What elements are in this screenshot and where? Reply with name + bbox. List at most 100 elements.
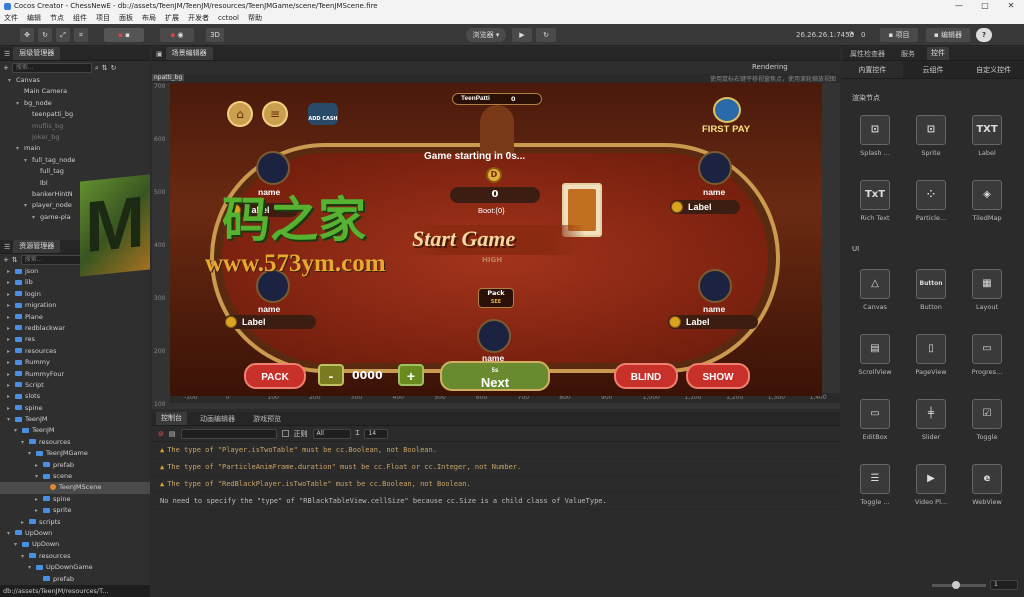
widget-icon[interactable]: ⊡: [916, 115, 946, 145]
widget-icon[interactable]: ◈: [972, 180, 1002, 210]
menu-item[interactable]: 节点: [50, 13, 64, 23]
zoom-slider[interactable]: [932, 581, 986, 589]
folder-icon[interactable]: [15, 348, 22, 354]
hierarchy-node[interactable]: ▾ full_tag_node: [0, 155, 150, 166]
asset-label[interactable]: prefab: [53, 575, 74, 583]
asset-label[interactable]: UpDownGame: [46, 563, 93, 571]
widget-icon[interactable]: ▶: [916, 464, 946, 494]
widget-label[interactable]: PageView: [904, 368, 958, 376]
widget-toggle[interactable]: ☑ Toggle: [960, 399, 1014, 441]
assets-tab[interactable]: 资源管理器: [13, 240, 61, 253]
folder-icon[interactable]: [29, 553, 36, 559]
menu-item[interactable]: 帮助: [248, 13, 262, 23]
hierarchy-node-label[interactable]: full_tag_node: [32, 156, 75, 164]
folder-icon[interactable]: [29, 519, 36, 525]
widget-label[interactable]: Rich Text: [848, 214, 902, 222]
menu-item[interactable]: 项目: [96, 13, 110, 23]
folder-icon[interactable]: [15, 325, 22, 331]
asset-label[interactable]: UpDown: [25, 529, 52, 537]
widget-label[interactable]: Toggle ...: [848, 498, 902, 506]
menu-item[interactable]: 编辑: [27, 13, 41, 23]
folder-icon[interactable]: [22, 427, 29, 433]
console-tab[interactable]: 控制台: [156, 412, 187, 425]
asset-item[interactable]: ▸ spine: [0, 403, 150, 414]
folder-icon[interactable]: [22, 541, 29, 547]
widget-rich-text[interactable]: TxT Rich Text: [848, 180, 902, 222]
asset-item[interactable]: ▾ TeenJMGame: [0, 448, 150, 459]
asset-label[interactable]: json: [25, 267, 38, 275]
hierarchy-node-label[interactable]: muflis_bg: [32, 122, 63, 130]
menu-item[interactable]: 开发者: [188, 13, 209, 23]
asset-label[interactable]: resources: [39, 438, 71, 446]
expand-arrow-icon[interactable]: ▸: [7, 266, 15, 277]
expand-arrow-icon[interactable]: ▾: [28, 448, 36, 459]
add-node-icon[interactable]: +: [3, 64, 9, 72]
widget-icon[interactable]: Button: [916, 269, 946, 299]
expand-arrow-icon[interactable]: ▸: [7, 357, 15, 368]
asset-label[interactable]: TeenJMGame: [46, 449, 88, 457]
show-button[interactable]: SHOW: [686, 363, 750, 389]
folder-icon[interactable]: [43, 462, 50, 468]
folder-icon[interactable]: [43, 576, 50, 582]
hierarchy-node-label[interactable]: bg_node: [24, 99, 52, 107]
expand-arrow-icon[interactable]: ▾: [14, 539, 22, 550]
expand-arrow-icon[interactable]: ▸: [35, 494, 43, 505]
asset-label[interactable]: Script: [25, 381, 44, 389]
asset-item[interactable]: ▸ Script: [0, 380, 150, 391]
asset-item[interactable]: ▾ UpDown: [0, 539, 150, 550]
asset-label[interactable]: Rummy: [25, 358, 50, 366]
asset-item[interactable]: ▾ resources: [0, 437, 150, 448]
menu-button[interactable]: ≡: [262, 101, 288, 127]
home-button[interactable]: ⌂: [227, 101, 253, 127]
collapse-icon[interactable]: ⇅: [102, 64, 108, 72]
asset-item[interactable]: ▾ UpDownGame: [0, 562, 150, 573]
hierarchy-node-label[interactable]: joker_bg: [32, 133, 60, 141]
next-button[interactable]: 5s Next: [440, 361, 550, 391]
widget-icon[interactable]: △: [860, 269, 890, 299]
widget-label[interactable]: Sprite: [904, 149, 958, 157]
asset-item[interactable]: ▸ RummyFour: [0, 369, 150, 380]
ruler-y-tick[interactable]: 400: [154, 242, 165, 249]
widget-particle[interactable]: ⁘ Particle...: [904, 180, 958, 222]
console-line-text[interactable]: The type of "RedBlackPlayer.isTwoTable" …: [167, 480, 470, 488]
menu-item[interactable]: 文件: [4, 13, 18, 23]
widget-label[interactable]: Toggle: [960, 433, 1014, 441]
expand-arrow-icon[interactable]: ▸: [7, 277, 15, 288]
expand-arrow-icon[interactable]: ▸: [35, 505, 43, 516]
expand-arrow-icon[interactable]: ▾: [32, 212, 40, 223]
asset-label[interactable]: TeenJM: [32, 426, 55, 434]
widget-layout[interactable]: ▦ Layout: [960, 269, 1014, 311]
hierarchy-node-label[interactable]: lbl: [40, 179, 48, 187]
asset-label[interactable]: login: [25, 290, 41, 298]
pack-button[interactable]: PACK: [244, 363, 306, 389]
folder-icon[interactable]: [15, 279, 22, 285]
expand-arrow-icon[interactable]: ▾: [7, 528, 15, 539]
asset-item[interactable]: ▾ UpDown: [0, 528, 150, 539]
widget-icon[interactable]: ▭: [972, 334, 1002, 364]
folder-icon[interactable]: [15, 336, 22, 342]
add-asset-icon[interactable]: +: [3, 256, 9, 264]
scene-file-icon[interactable]: [50, 484, 56, 491]
ruler-y-tick[interactable]: 700: [154, 83, 165, 90]
widgets-tab[interactable]: 控件: [927, 47, 949, 60]
folder-icon[interactable]: [36, 450, 43, 456]
menu-item[interactable]: 布局: [142, 13, 156, 23]
anchor-toggle-button[interactable]: ▪ ▪: [104, 28, 144, 42]
console-line[interactable]: ▲ The type of "ParticleAnimFrame.duration…: [152, 459, 840, 476]
ruler-y-tick[interactable]: 500: [154, 189, 165, 196]
expand-arrow-icon[interactable]: ▾: [21, 551, 29, 562]
maximize-button[interactable]: □: [972, 0, 998, 12]
local-global-toggle[interactable]: ▪ ◉: [160, 28, 194, 42]
widget-webview[interactable]: e WebView: [960, 464, 1014, 506]
folder-icon[interactable]: [43, 507, 50, 513]
asset-label[interactable]: spine: [53, 495, 70, 503]
asset-label[interactable]: migration: [25, 301, 56, 309]
asset-item[interactable]: ▸ scripts: [0, 517, 150, 528]
widget-label[interactable]: EditBox: [848, 433, 902, 441]
asset-item[interactable]: ▸ login: [0, 289, 150, 300]
folder-icon[interactable]: [29, 439, 36, 445]
asset-item[interactable]: ▾ resources: [0, 551, 150, 562]
widget-label[interactable]: Canvas: [848, 303, 902, 311]
widget-slider[interactable]: ╪ Slider: [904, 399, 958, 441]
widget-icon[interactable]: ╪: [916, 399, 946, 429]
